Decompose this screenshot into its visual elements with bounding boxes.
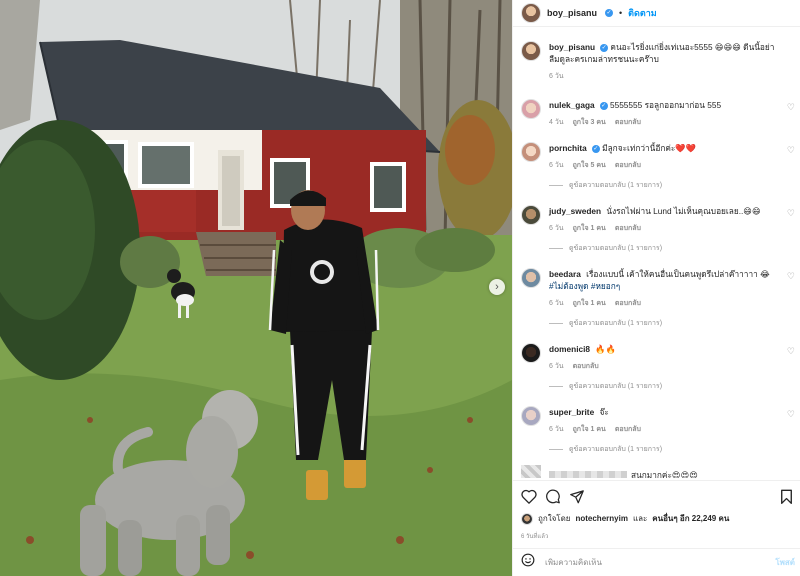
comment-likes[interactable]: ถูกใจ 5 คน <box>573 160 606 171</box>
likes-summary: ถูกใจโดย notechernyim และ คนอื่นๆ อีก 22… <box>521 512 729 525</box>
verified-badge-icon: ✓ <box>599 101 608 110</box>
heart-icon[interactable] <box>521 489 537 509</box>
comment-likes[interactable]: ถูกใจ 1 คน <box>573 223 606 234</box>
emoji-icon[interactable] <box>521 553 535 572</box>
avatar[interactable] <box>521 41 541 61</box>
reply-button[interactable]: ตอบกลับ <box>573 361 599 372</box>
likes-count[interactable]: คนอื่นๆ อีก 22,249 คน <box>652 512 729 525</box>
action-bar <box>513 480 800 510</box>
comment-time: 6 วัน <box>549 300 564 307</box>
list-item: nulek_gaga ✓ 5555555 รอลูกออกมาก่อน 555 4… <box>513 99 800 128</box>
comment-text: 5555555 รอลูกออกมาก่อน 555 <box>609 100 722 110</box>
comment-time: 6 วัน <box>549 225 564 232</box>
house-dogs-photo <box>0 0 512 576</box>
comment-icon[interactable] <box>545 489 561 509</box>
avatar[interactable] <box>521 99 541 119</box>
separator-dot: • <box>619 8 623 18</box>
divider <box>549 323 563 324</box>
post-caption: boy_pisanu ✓ คนอะไรยิ่งแก่ยิ่งเท่เนอะ5555… <box>513 41 800 82</box>
comment-likes[interactable]: ถูกใจ 3 คน <box>573 117 606 128</box>
verified-badge-icon: ✓ <box>591 144 600 153</box>
follow-button[interactable]: ติดตาม <box>628 6 657 20</box>
list-item: pornchita ✓ มีลูกจะเท่กว่านี้อีกค่ะ❤️❤️ 6… <box>513 142 800 191</box>
avatar[interactable] <box>521 406 541 426</box>
liker-username[interactable]: notechernyim <box>575 514 627 523</box>
comment-hashtags[interactable]: #ไม่ต้องพูด #หยอกๆ <box>549 281 620 291</box>
comment-input[interactable] <box>545 558 745 567</box>
comment-text: สนุกมากค่ะ😍😍😍 <box>631 470 698 478</box>
heart-icon[interactable]: ♡ <box>787 272 795 281</box>
comment-text: มีลูกจะเท่กว่านี้อีกค่ะ❤️❤️ <box>602 143 697 153</box>
heart-icon[interactable]: ♡ <box>787 103 795 112</box>
verified-badge-icon: ✓ <box>605 9 614 17</box>
likes-and: และ <box>632 514 648 523</box>
bookmark-icon[interactable] <box>780 489 793 509</box>
list-item: domenici8 🔥🔥 6 วัน ตอบกลับ ดูข้อความตอบก… <box>513 343 800 392</box>
heart-icon[interactable]: ♡ <box>787 347 795 356</box>
list-item: super_brite จ๊ะ 6 วัน ถูกใจ 1 คน ตอบกลับ… <box>513 406 800 455</box>
comment-text: 🔥🔥 <box>595 344 617 354</box>
comment-text: นั่งรถไฟผ่าน Lund ไม่เห็นคุณบอยเลย..😄😄 <box>606 206 761 216</box>
blurred-username <box>549 470 627 478</box>
likes-prefix: ถูกใจโดย <box>538 514 571 523</box>
view-replies-link[interactable]: ดูข้อความตอบกลับ (1 รายการ) <box>549 444 779 455</box>
divider <box>549 185 563 186</box>
add-comment-bar: โพสต์ <box>513 548 800 576</box>
comment-text: จ๊ะ <box>599 407 609 417</box>
post-comment-button[interactable]: โพสต์ <box>775 556 795 569</box>
comment-time: 4 วัน <box>549 119 564 126</box>
verified-badge-icon: ✓ <box>600 43 609 52</box>
divider <box>549 248 563 249</box>
divider <box>549 386 563 387</box>
comment-username[interactable]: beedara <box>549 269 581 279</box>
list-item: judy_sweden นั่งรถไฟผ่าน Lund ไม่เห็นคุณ… <box>513 205 800 254</box>
reply-button[interactable]: ตอบกลับ <box>615 160 641 171</box>
comment-username[interactable]: nulek_gaga <box>549 100 595 110</box>
comment-username[interactable]: domenici8 <box>549 344 590 354</box>
avatar[interactable] <box>521 343 541 363</box>
view-replies-link[interactable]: ดูข้อความตอบกลับ (1 รายการ) <box>549 318 779 329</box>
comment-text: เรื่องแบบนี้ เค้าให้คนอื่นเป็นคนพูดรึเปล… <box>586 269 770 279</box>
blurred-avatar <box>521 465 541 478</box>
view-replies-link[interactable]: ดูข้อความตอบกลับ (1 รายการ) <box>549 243 779 254</box>
share-icon[interactable] <box>569 489 585 509</box>
view-replies-link[interactable]: ดูข้อความตอบกลับ (1 รายการ) <box>549 180 779 191</box>
reply-button[interactable]: ตอบกลับ <box>615 298 641 309</box>
heart-icon[interactable]: ♡ <box>787 410 795 419</box>
comment-likes[interactable]: ถูกใจ 1 คน <box>573 424 606 435</box>
caption-time: 6 วัน <box>549 73 564 80</box>
post-header: boy_pisanu ✓ • ติดตาม <box>513 0 800 27</box>
view-replies-link[interactable]: ดูข้อความตอบกลับ (1 รายการ) <box>549 381 779 392</box>
post-photo[interactable]: › <box>0 0 512 576</box>
avatar[interactable] <box>521 512 533 525</box>
divider <box>549 449 563 450</box>
reply-button[interactable]: ตอบกลับ <box>615 223 641 234</box>
avatar[interactable] <box>521 142 541 162</box>
comment-time: 6 วัน <box>549 363 564 370</box>
author-username[interactable]: boy_pisanu <box>547 8 597 18</box>
reply-button[interactable]: ตอบกลับ <box>615 117 641 128</box>
comment-time: 6 วัน <box>549 162 564 169</box>
post-date[interactable]: 6 วันที่แล้ว <box>521 531 548 541</box>
heart-icon[interactable]: ♡ <box>787 146 795 155</box>
comment-username[interactable]: judy_sweden <box>549 206 601 216</box>
comment-username[interactable]: pornchita <box>549 143 587 153</box>
list-item: สนุกมากค่ะ😍😍😍 <box>513 465 800 478</box>
avatar[interactable] <box>521 205 541 225</box>
comments-list[interactable]: boy_pisanu ✓ คนอะไรยิ่งแก่ยิ่งเท่เนอะ5555… <box>513 33 800 478</box>
reply-button[interactable]: ตอบกลับ <box>615 424 641 435</box>
avatar[interactable] <box>521 268 541 288</box>
list-item: beedara เรื่องแบบนี้ เค้าให้คนอื่นเป็นคน… <box>513 268 800 329</box>
avatar[interactable] <box>521 3 541 23</box>
heart-icon[interactable]: ♡ <box>787 209 795 218</box>
chevron-right-icon[interactable]: › <box>489 279 505 295</box>
post-side-panel: boy_pisanu ✓ • ติดตาม boy_pisanu ✓ คนอะไร… <box>512 0 800 576</box>
caption-username[interactable]: boy_pisanu <box>549 42 595 52</box>
comment-time: 6 วัน <box>549 426 564 433</box>
comment-username[interactable]: super_brite <box>549 407 594 417</box>
comment-likes[interactable]: ถูกใจ 1 คน <box>573 298 606 309</box>
